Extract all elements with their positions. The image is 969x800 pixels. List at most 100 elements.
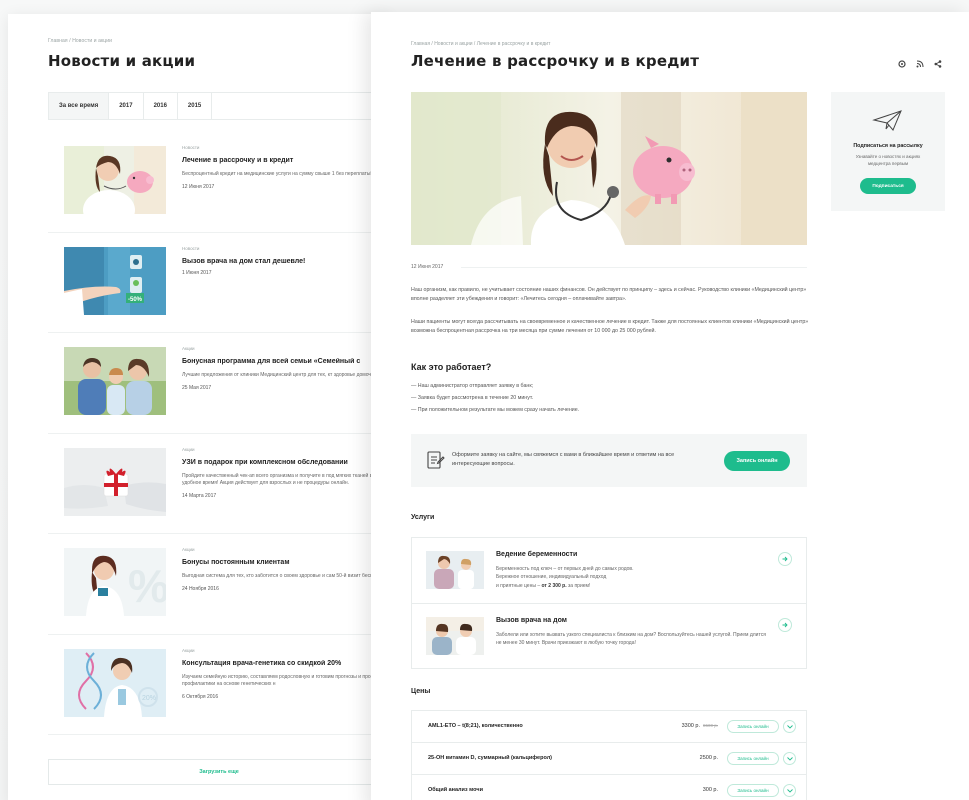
service-description: Беременность под ключ – от первых дней д… — [496, 566, 634, 589]
list-item: — Заявка будет рассмотрена в течение 20 … — [411, 394, 534, 401]
list-item: — При положительном результате мы можем … — [411, 406, 580, 413]
service-item[interactable]: Ведение беременности Беременность под кл… — [412, 538, 806, 604]
news-title[interactable]: Бонусная программа для всей семьи «Семей… — [182, 358, 390, 365]
news-item[interactable]: Новости Лечение в рассрочку и в кредит Б… — [48, 132, 390, 233]
tab-all-time[interactable]: За все время — [49, 93, 110, 119]
news-category: Акции — [182, 346, 195, 351]
news-date: 24 Ноября 2016 — [182, 585, 219, 592]
cta-banner: Оформите заявку на сайте, мы свяжемся с … — [411, 434, 807, 487]
news-title[interactable]: Бонусы постоянным клиентам — [182, 559, 390, 566]
news-title[interactable]: Вызов врача на дом стал дешевле! — [182, 258, 390, 265]
news-category: Акции — [182, 647, 195, 653]
arrow-right-icon[interactable] — [778, 618, 792, 632]
price-value: 300 р. — [702, 787, 718, 793]
news-item[interactable]: 20% Акции Консультация врача-генетика со… — [48, 635, 390, 735]
price-service-name: AML1-ETO – t(8;21), количественно — [428, 723, 523, 729]
form-document-icon — [427, 450, 445, 470]
service-title[interactable]: Ведение беременности — [496, 551, 766, 558]
news-thumbnail-gift[interactable] — [64, 447, 166, 516]
article-panel: Главная / Новости и акции / Лечение в ра… — [371, 12, 969, 800]
year-filter-tabs: За все время 2017 2016 2015 — [48, 92, 378, 120]
news-description: Выгодная система для тех, кто заботится … — [182, 573, 388, 579]
price-row: 25-OH витамин D, суммарный (кальциферол)… — [412, 743, 806, 775]
article-title: Лечение в рассрочку и в кредит — [411, 52, 700, 70]
price-row: Общий анализ мочи 300 р. Запись онлайн — [412, 775, 806, 800]
online-booking-button[interactable]: Запись онлайн — [724, 451, 790, 471]
news-thumbnail-doorbell[interactable]: -50% — [64, 246, 166, 315]
subscribe-card: Подписаться на рассылку Узнавайте о ново… — [831, 92, 945, 211]
news-item[interactable]: % Акции Бонусы постоянным клиентам Выгод… — [48, 534, 390, 635]
print-icon[interactable] — [897, 59, 906, 68]
news-thumbnail-woman-percent[interactable]: % — [64, 548, 166, 616]
online-booking-button[interactable]: Запись онлайн — [727, 752, 779, 765]
page-title: Новости и акции — [48, 52, 196, 70]
article-hero-image — [411, 92, 807, 245]
news-title[interactable]: УЗИ в подарок при комплексном обследован… — [182, 459, 390, 466]
news-date: 6 Октября 2016 — [182, 694, 219, 700]
price-service-name: 25-OH витамин D, суммарный (кальциферол) — [428, 755, 553, 761]
chevron-down-icon[interactable] — [783, 720, 796, 733]
price-list: AML1-ETO – t(8;21), количественно 3300 р… — [411, 710, 807, 800]
news-thumbnail-doctor-piggy[interactable] — [64, 146, 166, 214]
news-item[interactable]: Акции УЗИ в подарок при комплексном обсл… — [48, 434, 390, 534]
list-item: — Наш администратор отправляет заявку в … — [411, 383, 534, 389]
cta-text: Оформите заявку на сайте, мы свяжемся с … — [452, 452, 675, 468]
price-row: AML1-ETO – t(8;21), количественно 3300 р… — [412, 711, 806, 743]
subscribe-title: Подписаться на рассылку — [853, 143, 923, 149]
service-item[interactable]: Вызов врача на дом Заболели или хотите в… — [412, 604, 806, 670]
news-category: Новости — [182, 145, 200, 150]
old-price: 8600 р. — [702, 723, 718, 728]
news-item[interactable]: Акции Бонусная программа для всей семьи … — [48, 333, 390, 434]
subscribe-button[interactable]: Подписаться — [860, 178, 916, 194]
news-category: Новости — [182, 245, 200, 251]
service-thumbnail-home-visit — [426, 617, 484, 655]
news-description: Беспроцентный кредит на медицинские услу… — [182, 171, 372, 177]
tab-2017[interactable]: 2017 — [109, 93, 144, 119]
news-description: Лучшие предложения от клиники Медицински… — [182, 372, 387, 378]
service-thumbnail-pregnancy — [426, 551, 484, 589]
news-date: 12 Июня 2017 — [182, 183, 215, 190]
tab-2015[interactable]: 2015 — [178, 93, 213, 119]
breadcrumb[interactable]: Главная / Новости и акции / Лечение в ра… — [411, 41, 550, 47]
how-it-works-heading: Как это работает? — [411, 362, 492, 372]
news-category: Акции — [182, 547, 195, 552]
news-item[interactable]: -50% Новости Вызов врача на дом стал деш… — [48, 233, 390, 333]
arrow-right-icon[interactable] — [778, 552, 792, 566]
svg-text:-50%: -50% — [128, 297, 143, 303]
article-paragraph: Наши пациенты могут всегда рассчитывать … — [411, 319, 809, 334]
news-list: Новости Лечение в рассрочку и в кредит Б… — [48, 132, 390, 735]
news-date: 1 Июня 2017 — [182, 269, 212, 276]
news-title[interactable]: Лечение в рассрочку и в кредит — [182, 157, 390, 164]
service-title[interactable]: Вызов врача на дом — [496, 617, 766, 624]
news-description: Пройдите качественный чек-ап всего орган… — [182, 472, 373, 487]
news-title[interactable]: Консультация врача-генетика со скидкой 2… — [182, 660, 390, 667]
price-value: 2500 р. — [699, 755, 718, 761]
subscribe-description: Узнавайте о новостях и акциях медцентра … — [855, 154, 921, 167]
prices-heading: Цены — [411, 688, 431, 695]
chevron-down-icon[interactable] — [783, 784, 796, 797]
news-thumbnail-geneticist[interactable]: 20% — [64, 648, 166, 717]
service-description: Заболели или хотите вызвать узкого специ… — [496, 632, 766, 647]
article-date: 12 Июня 2017 — [411, 264, 444, 270]
divider — [461, 267, 807, 268]
rss-icon[interactable] — [915, 59, 924, 68]
paper-plane-icon — [872, 109, 904, 133]
load-more-button[interactable]: Загрузить еще — [48, 759, 390, 785]
online-booking-button[interactable]: Запись онлайн — [727, 784, 779, 797]
how-it-works-list: — Наш администратор отправляет заявку в … — [411, 381, 579, 417]
price-value: 3300 р. 8600 р. — [681, 723, 718, 729]
services-heading: Услуги — [411, 514, 435, 521]
online-booking-button[interactable]: Запись онлайн — [727, 720, 779, 733]
article-tools — [897, 59, 942, 68]
article-paragraph: Наш организм, как правило, не учитывает … — [411, 287, 807, 302]
tab-2016[interactable]: 2016 — [144, 93, 178, 119]
share-icon[interactable] — [933, 59, 942, 68]
price-service-name: Общий анализ мочи — [428, 787, 483, 793]
svg-text:%: % — [128, 560, 166, 612]
svg-text:20%: 20% — [142, 695, 156, 702]
chevron-down-icon[interactable] — [783, 752, 796, 765]
breadcrumb[interactable]: Главная / Новости и акции — [48, 38, 390, 44]
news-date: 14 Марта 2017 — [182, 493, 217, 499]
news-description: Изучаем семейную историю, составляем род… — [182, 673, 389, 688]
news-thumbnail-family[interactable] — [64, 347, 166, 415]
